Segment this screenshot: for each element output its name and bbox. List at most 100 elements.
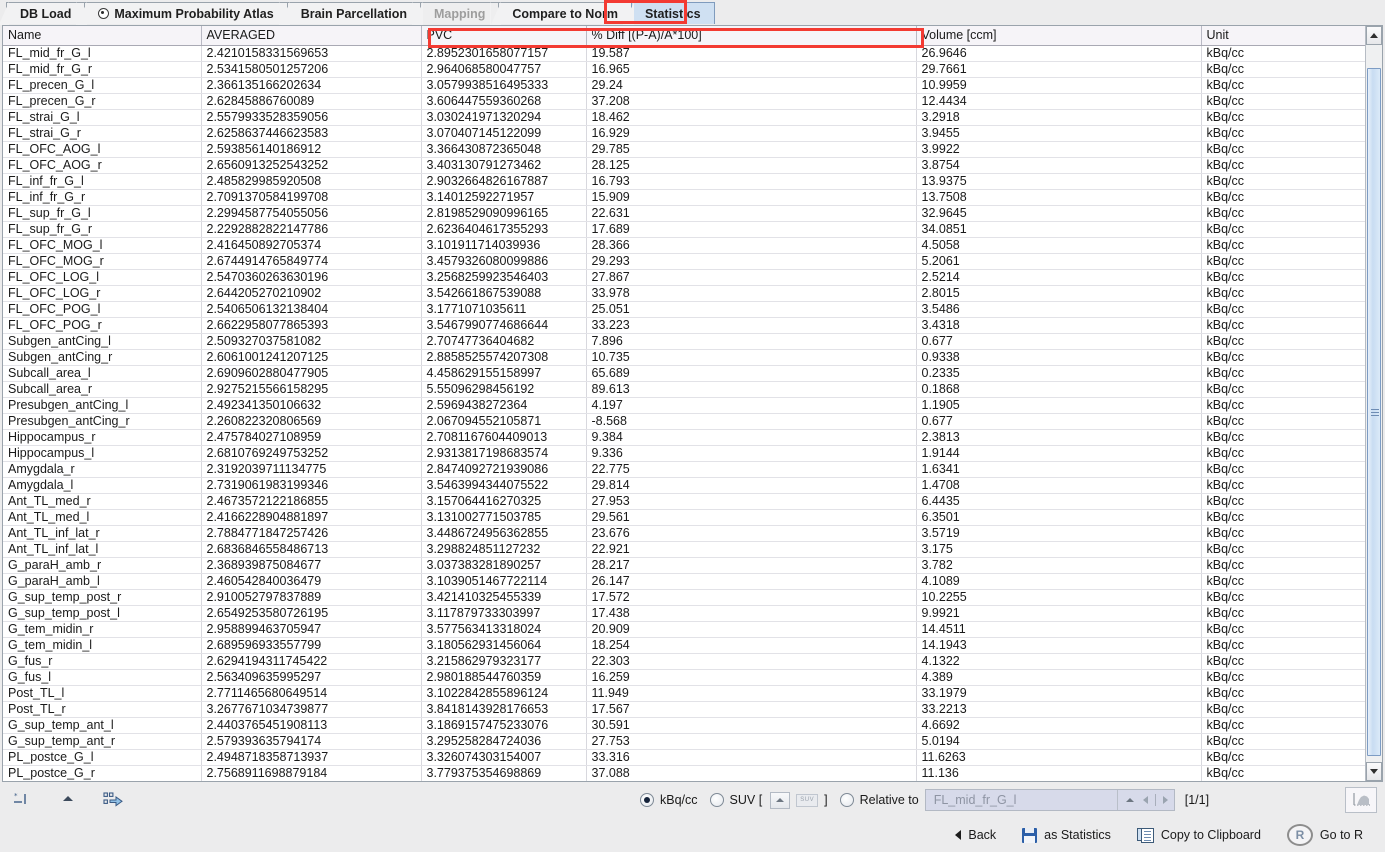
table-row[interactable]: FL_mid_fr_G_l 2.4210158331569653 2.8952301… (3, 45, 1365, 62)
table-row[interactable]: G_paraH_amb_l 2.460542840036479 3.10390514… (3, 573, 1365, 590)
table-row[interactable]: Post_TL_l 2.7711465680649514 3.10228428558… (3, 685, 1365, 702)
cell-percent-diff: 17.438 (586, 605, 917, 622)
tab-brain-parcellation[interactable]: Brain Parcellation (278, 2, 421, 25)
tab-compare-to-norm[interactable]: Compare to Norm (490, 2, 632, 25)
table-row[interactable]: G_fus_l 2.563409635995297 2.98018854476035… (3, 669, 1365, 686)
table-row[interactable]: Post_TL_r 3.2677671034739877 3.84181439281… (3, 701, 1365, 718)
export-arrow-icon[interactable] (102, 788, 126, 810)
save-as-statistics-button[interactable]: as Statistics (1022, 827, 1111, 843)
column-header-name[interactable]: Name (3, 26, 202, 46)
cell-percent-diff: 29.24 (586, 77, 917, 94)
suv-up-button[interactable] (770, 791, 791, 809)
cell-volume: 6.3501 (916, 509, 1202, 526)
table-row[interactable]: FL_OFC_POG_r 2.6622958077865393 3.54679907… (3, 317, 1365, 334)
scrollbar-track[interactable] (1366, 46, 1382, 761)
table-row[interactable]: G_sup_temp_post_r 2.910052797837889 3.4214… (3, 589, 1365, 606)
cell-averaged: 2.563409635995297 (201, 669, 422, 686)
table-row[interactable]: Amygdala_l 2.7319061983199346 3.5463994344… (3, 477, 1365, 494)
relative-to-input[interactable]: FL_mid_fr_G_l (924, 789, 1175, 811)
cell-volume: 3.8754 (916, 157, 1202, 174)
table-row[interactable]: G_paraH_amb_r 2.368939875084677 3.03738328… (3, 557, 1365, 574)
column-header-percent-diff[interactable]: % Diff [(P-A)/A*100] (586, 26, 917, 46)
triangle-up-icon[interactable] (1125, 798, 1134, 802)
table-row[interactable]: FL_OFC_MOG_l 2.416450892705374 3.101911714… (3, 237, 1365, 254)
table-row[interactable]: PL_postce_G_l 2.4948718358713937 3.3260743… (3, 749, 1365, 766)
table-row[interactable]: Ant_TL_inf_lat_r 2.7884771847257426 3.4486… (3, 525, 1365, 542)
table-row[interactable]: Subgen_antCing_r 2.6061001241207125 2.8858… (3, 349, 1365, 366)
tab-maximum-probability-atlas[interactable]: Maximum Probability Atlas (76, 2, 288, 25)
scroll-down-button[interactable] (1366, 762, 1382, 781)
column-header-pvc[interactable]: PVC (421, 26, 587, 46)
new-text-glyph: * (14, 792, 26, 804)
table-row[interactable]: FL_OFC_LOG_l 2.5470360263630196 3.25682599… (3, 269, 1365, 286)
table-row[interactable]: FL_inf_fr_G_r 2.7091370584199708 3.1401259… (3, 189, 1365, 206)
table-row[interactable]: FL_OFC_AOG_l 2.593856140186912 3.366430872… (3, 141, 1365, 158)
copy-to-clipboard-button[interactable]: Copy to Clipboard (1136, 827, 1261, 843)
table-row[interactable]: Presubgen_antCing_r 2.260822320806569 2.06… (3, 413, 1365, 430)
table-row[interactable]: Subgen_antCing_l 2.509327037581082 2.70747… (3, 333, 1365, 350)
vertical-scrollbar[interactable] (1365, 26, 1382, 781)
table-row[interactable]: FL_sup_fr_G_r 2.2292882822147786 2.6236404… (3, 221, 1365, 238)
table-row[interactable]: Presubgen_antCing_l 2.492341350106632 2.59… (3, 397, 1365, 414)
radio-suv[interactable] (709, 793, 724, 807)
cell-unit: kBq/cc (1201, 365, 1365, 382)
radio-relative-to[interactable] (839, 793, 854, 807)
histogram-icon[interactable] (1345, 787, 1377, 813)
table-row[interactable]: FL_strai_G_l 2.5579933528359056 3.03024197… (3, 109, 1365, 126)
table-row[interactable]: G_tem_midin_r 2.958899463705947 3.57756341… (3, 621, 1365, 638)
cell-percent-diff: 22.921 (586, 541, 917, 558)
table-row[interactable]: G_sup_temp_ant_r 2.579393635794174 3.29525… (3, 733, 1365, 750)
column-header-averaged[interactable]: AVERAGED (201, 26, 422, 46)
cell-pvc: 3.403130791273462 (421, 157, 587, 174)
tab-db-load[interactable]: DB Load (0, 2, 86, 25)
table-row[interactable]: FL_OFC_MOG_r 2.6744914765849774 3.45793260… (3, 253, 1365, 270)
scrollbar-thumb[interactable] (1367, 68, 1381, 756)
table-row[interactable]: Ant_TL_inf_lat_l 2.6836846558486713 3.2988… (3, 541, 1365, 558)
table-row[interactable]: Ant_TL_med_r 2.4673572122186855 3.15706441… (3, 493, 1365, 510)
cell-pvc: 2.964068580047757 (421, 61, 587, 78)
cell-unit: kBq/cc (1201, 349, 1365, 366)
table-row[interactable]: G_sup_temp_post_l 2.6549253580726195 3.117… (3, 605, 1365, 622)
scroll-up-button[interactable] (1366, 26, 1382, 45)
table-row[interactable]: G_fus_r 2.6294194311745422 3.2158629793231… (3, 653, 1365, 670)
cell-percent-diff: 18.462 (586, 109, 917, 126)
next-region-icon[interactable] (1162, 796, 1168, 804)
table-row[interactable]: FL_mid_fr_G_r 2.5341580501257206 2.9640685… (3, 61, 1365, 78)
table-row[interactable]: FL_OFC_AOG_r 2.6560913252543252 3.40313079… (3, 157, 1365, 174)
cell-name: Subcall_area_l (3, 365, 202, 382)
cell-name: FL_inf_fr_G_l (3, 173, 202, 190)
cell-pvc: 3.5467990774686644 (421, 317, 587, 334)
table-row[interactable]: Amygdala_r 2.3192039711134775 2.8474092721… (3, 461, 1365, 478)
table-row[interactable]: Subcall_area_r 2.9275215566158295 5.550962… (3, 381, 1365, 398)
new-text-icon[interactable]: * (10, 788, 34, 810)
column-header-volume[interactable]: Volume [ccm] (916, 26, 1202, 46)
table-row[interactable]: FL_inf_fr_G_l 2.485829985920508 2.90326648… (3, 173, 1365, 190)
table-row[interactable]: Ant_TL_med_l 2.4166228904881897 3.13100277… (3, 509, 1365, 526)
table-row[interactable]: FL_precen_G_r 2.62845886760089 3.606447559… (3, 93, 1365, 110)
tab-statistics[interactable]: Statistics (622, 2, 715, 25)
table-row[interactable]: PL_postce_G_r 2.7568911698879184 3.7793753… (3, 765, 1365, 781)
cell-name: Ant_TL_med_l (3, 509, 202, 526)
collapse-icon[interactable] (56, 788, 80, 810)
go-to-r-button[interactable]: R Go to R (1286, 824, 1363, 846)
back-button[interactable]: Back (955, 828, 996, 842)
table-row[interactable]: FL_strai_G_r 2.6258637446623583 3.07040714… (3, 125, 1365, 142)
cell-percent-diff: 19.587 (586, 45, 917, 62)
column-header-unit[interactable]: Unit (1201, 26, 1365, 46)
table-row[interactable]: FL_OFC_POG_l 2.5406506132138404 3.17710710… (3, 301, 1365, 318)
clipboard-icon (1136, 827, 1154, 843)
table-row[interactable]: G_sup_temp_ant_l 2.4403765451908113 3.1869… (3, 717, 1365, 734)
table-row[interactable]: FL_precen_G_l 2.366135166202634 3.05799385… (3, 77, 1365, 94)
table-row[interactable]: FL_sup_fr_G_l 2.2994587754055056 2.8198529… (3, 205, 1365, 222)
cell-name: FL_OFC_POG_r (3, 317, 202, 334)
table-row[interactable]: G_tem_midin_l 2.689596933557799 3.18056293… (3, 637, 1365, 654)
table-row[interactable]: Subcall_area_l 2.6909602880477905 4.458629… (3, 365, 1365, 382)
table-row[interactable]: Hippocampus_r 2.475784027108959 2.70811676… (3, 429, 1365, 446)
radio-kbqcc[interactable] (640, 793, 654, 807)
table-row[interactable]: Hippocampus_l 2.6810769249753252 2.9313817… (3, 445, 1365, 462)
cell-pvc: 2.8952301658077157 (421, 45, 587, 62)
table-scroll-viewport[interactable]: Name AVERAGED PVC % Diff [(P-A)/A*100] V… (3, 26, 1365, 781)
cell-volume: 1.9144 (916, 445, 1202, 462)
previous-region-icon[interactable] (1142, 796, 1148, 804)
table-row[interactable]: FL_OFC_LOG_r 2.644205270210902 3.542661867… (3, 285, 1365, 302)
